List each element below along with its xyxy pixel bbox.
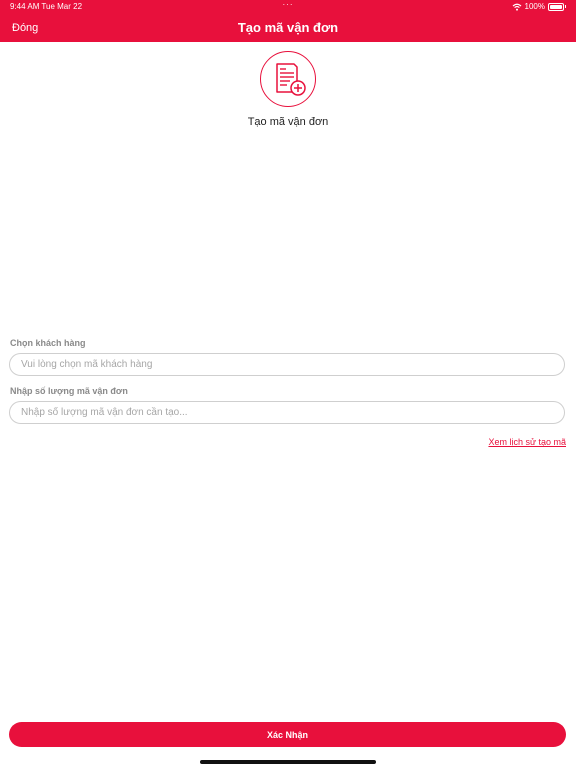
history-link[interactable]: Xem lịch sử tạo mã [488,437,566,447]
top-bar: 9:44 AM Tue Mar 22 ··· 100% Đóng Tạo mã … [0,0,576,42]
multitasking-dots[interactable]: ··· [0,0,576,9]
home-indicator[interactable] [200,760,376,764]
quantity-input[interactable] [9,401,565,424]
battery-percent: 100% [524,2,545,11]
quantity-label: Nhập số lượng mã vận đơn [10,386,128,396]
confirm-button[interactable]: Xác Nhận [9,722,566,747]
hero-caption: Tạo mã vận đơn [247,116,329,128]
battery-icon [548,2,564,11]
document-add-icon [260,51,316,107]
customer-label: Chọn khách hàng [10,338,86,348]
page-title: Tạo mã vận đơn [237,20,339,35]
battery-tip [565,5,566,8]
wifi-icon [512,3,521,11]
status-indicators: 100% [512,2,566,11]
customer-input[interactable] [9,353,565,376]
